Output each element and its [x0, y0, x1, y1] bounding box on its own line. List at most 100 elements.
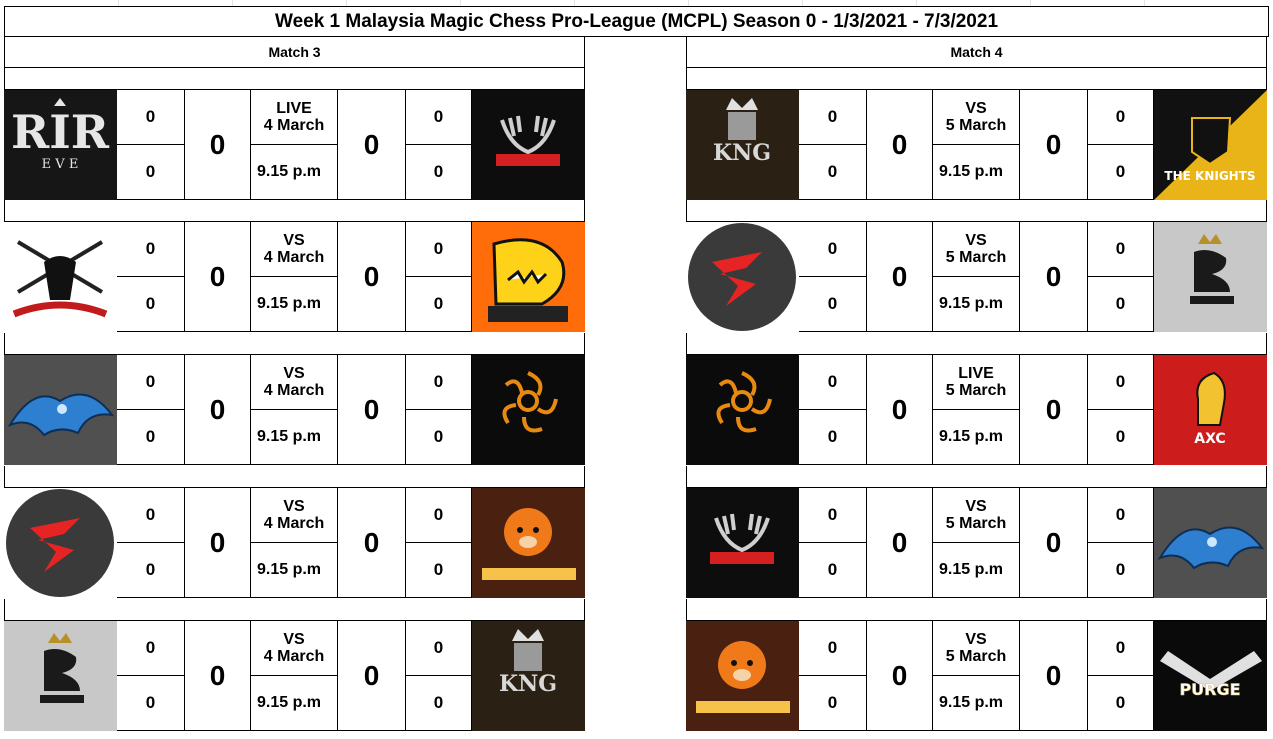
left-game-score: 0: [799, 488, 867, 543]
left-game-score: 0: [117, 488, 185, 543]
king-crown-logo: KNG: [686, 90, 799, 200]
rafflesia-flower-logo: [686, 355, 799, 465]
match-date: 4 March: [263, 117, 325, 134]
swords-eagle-logo: [4, 222, 117, 332]
right-total-score: 0: [1020, 222, 1088, 332]
right-game-score: 0: [1088, 488, 1154, 543]
match-status: VS 5 March: [933, 90, 1020, 145]
match-status: LIVE 4 March: [251, 90, 338, 145]
left-total-score: 0: [185, 488, 251, 598]
knights-shield-logo: THE KNIGHTS: [1154, 90, 1267, 200]
rafflesia-flower-logo: [472, 355, 585, 465]
bear-mascot-logo: [686, 621, 799, 731]
right-game-score: 0: [406, 90, 472, 145]
left-game-score: 0: [117, 222, 185, 277]
match-time: 9.15 p.m: [933, 410, 1020, 465]
status-label: VS: [965, 100, 987, 117]
left-game-score: 0: [799, 410, 867, 465]
right-total-score: 0: [338, 222, 406, 332]
left-total-score: 0: [867, 621, 933, 731]
left-game-score: 0: [799, 676, 867, 731]
spacer-row: [686, 466, 1267, 488]
right-game-score: 0: [1088, 355, 1154, 410]
right-game-score: 0: [406, 543, 472, 598]
matchup-row: RIR E V E 0 0 0 LIVE 4 March 9.15 p.m 0 …: [4, 90, 585, 200]
matchup-row: 0 0 0 VS 4 March 9.15 p.m 0 0 0 KNG: [4, 621, 585, 731]
left-total-score: 0: [867, 222, 933, 332]
right-game-score: 0: [1088, 222, 1154, 277]
spacer-row: [4, 200, 585, 222]
right-game-score: 0: [406, 621, 472, 676]
matchup-row: KNG 0 0 0 VS 5 March 9.15 p.m 0 0 0 THE …: [686, 90, 1267, 200]
left-game-score: 0: [117, 621, 185, 676]
status-label: VS: [965, 631, 987, 648]
right-game-score: 0: [406, 222, 472, 277]
matchup-row: 0 0 0 VS 4 March 9.15 p.m 0 0 0: [4, 355, 585, 465]
matchup-row: 0 0 0 VS 5 March 9.15 p.m 0 0 0: [686, 488, 1267, 598]
team-logo-right: AXC: [1154, 355, 1267, 465]
left-total-score: 0: [867, 90, 933, 200]
match-status: VS 4 March: [251, 222, 338, 277]
schedule-title: Week 1 Malaysia Magic Chess Pro-League (…: [4, 6, 1269, 37]
left-total-score: 0: [867, 355, 933, 465]
right-game-score: 0: [1088, 543, 1154, 598]
status-label: VS: [283, 365, 305, 382]
right-total-score: 0: [338, 90, 406, 200]
left-game-score: 0: [799, 90, 867, 145]
left-total-score: 0: [867, 488, 933, 598]
match-date: 5 March: [945, 117, 1007, 134]
match-status: LIVE 5 March: [933, 355, 1020, 410]
right-game-score: 0: [1088, 145, 1154, 200]
team-logo-left: [686, 355, 799, 465]
match-date: 4 March: [263, 648, 325, 665]
left-total-score: 0: [185, 222, 251, 332]
right-game-score: 0: [406, 145, 472, 200]
eve-lord-logo: RIR E V E: [4, 90, 117, 200]
match-time: 9.15 p.m: [251, 277, 338, 332]
match-time: 9.15 p.m: [251, 410, 338, 465]
left-total-score: 0: [185, 621, 251, 731]
right-game-score: 0: [406, 355, 472, 410]
match-date: 4 March: [263, 382, 325, 399]
status-label: VS: [283, 631, 305, 648]
purge-chess-logo: PURGE: [1154, 621, 1267, 731]
left-total-score: 0: [185, 90, 251, 200]
team-logo-right: [472, 90, 585, 200]
left-game-score: 0: [799, 355, 867, 410]
right-game-score: 0: [1088, 277, 1154, 332]
spacer-row: [686, 200, 1267, 222]
right-total-score: 0: [338, 488, 406, 598]
left-game-score: 0: [117, 277, 185, 332]
svg-text:THE KNIGHTS: THE KNIGHTS: [1164, 169, 1255, 183]
sd-letters-logo: [4, 488, 117, 598]
match-panel-right: Match 4 KNG 0 0 0 VS 5 March 9.15 p.m 0 …: [686, 37, 1267, 739]
match-status: VS 4 March: [251, 355, 338, 410]
team-logo-right: PURGE: [1154, 621, 1267, 731]
matchup-row: 0 0 0 VS 5 March 9.15 p.m 0 0 0: [686, 222, 1267, 332]
team-logo-left: KNG: [686, 90, 799, 200]
match-time: 9.15 p.m: [251, 676, 338, 731]
right-game-score: 0: [406, 676, 472, 731]
match-date: 5 March: [945, 648, 1007, 665]
svg-text:KNG: KNG: [713, 140, 771, 166]
right-total-score: 0: [1020, 355, 1088, 465]
spacer-row: [686, 333, 1267, 355]
right-game-score: 0: [406, 410, 472, 465]
match-status: VS 5 March: [933, 488, 1020, 543]
match-date: 5 March: [945, 249, 1007, 266]
team-logo-left: [4, 355, 117, 465]
matchup-row: 0 0 0 LIVE 5 March 9.15 p.m 0 0 0 AXC: [686, 355, 1267, 465]
left-game-score: 0: [799, 145, 867, 200]
team-logo-left: [686, 621, 799, 731]
team-logo-right: [1154, 488, 1267, 598]
match-time: 9.15 p.m: [933, 676, 1020, 731]
match-status: VS 5 March: [933, 621, 1020, 676]
left-game-score: 0: [799, 621, 867, 676]
svg-text:PURGE: PURGE: [1179, 680, 1240, 699]
team-logo-right: [472, 222, 585, 332]
status-label: VS: [283, 232, 305, 249]
matchup-row: 0 0 0 VS 5 March 9.15 p.m 0 0 0 PURGE: [686, 621, 1267, 731]
match-time: 9.15 p.m: [251, 543, 338, 598]
match-status: VS 4 March: [251, 621, 338, 676]
team-logo-right: [472, 488, 585, 598]
